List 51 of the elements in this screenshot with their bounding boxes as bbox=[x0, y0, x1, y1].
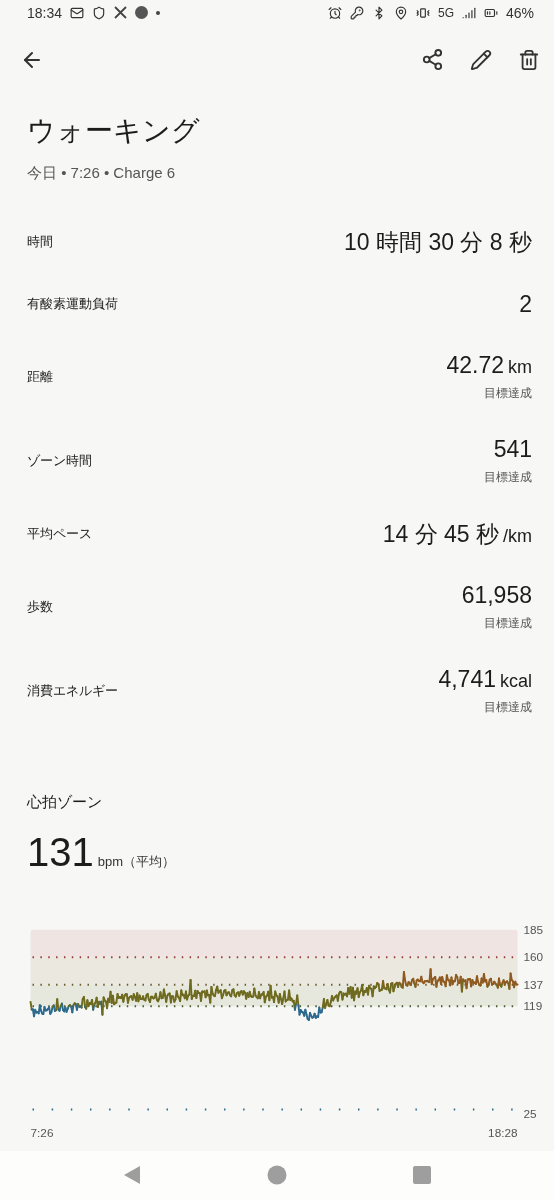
metric-value: 61,958 bbox=[461, 582, 532, 610]
metric-value: 42.72 bbox=[446, 352, 504, 380]
activity-subtitle: 今日 • 7:26 • Charge 6 bbox=[27, 164, 177, 184]
edit-button[interactable] bbox=[470, 48, 492, 71]
metric-label: 距離 bbox=[27, 368, 53, 387]
metric-label: 有酸素運動負荷 bbox=[27, 295, 118, 314]
battery-percent: 46% bbox=[505, 4, 534, 21]
metric-label: 歩数 bbox=[27, 598, 53, 617]
metric-label: 平均ペース bbox=[27, 525, 92, 544]
nav-back-button[interactable] bbox=[123, 1165, 141, 1186]
signal-icon bbox=[461, 5, 476, 20]
goal-note: 目標達成 bbox=[484, 469, 532, 487]
nav-recents-button[interactable] bbox=[413, 1166, 431, 1185]
y-axis-label: 185 bbox=[523, 922, 544, 936]
key-icon bbox=[349, 5, 364, 20]
notification-dot bbox=[156, 10, 161, 15]
y-axis-label: 119 bbox=[523, 999, 543, 1013]
section-title: 心拍ゾーン bbox=[27, 793, 103, 813]
shield-icon bbox=[92, 5, 107, 20]
goal-note: 目標達成 bbox=[484, 699, 532, 717]
x-axis-label: 18:28 bbox=[488, 1126, 518, 1140]
metric-value: 10 時間 30 分 8 秒 bbox=[344, 227, 532, 257]
metric-label: ゾーン時間 bbox=[27, 452, 92, 471]
network-type: 5G bbox=[437, 5, 454, 20]
metric-value: 541 bbox=[493, 436, 532, 464]
status-time: 18:34 bbox=[27, 4, 63, 21]
metric-unit: kcal bbox=[500, 671, 532, 693]
heart-rate-value: 131 bbox=[27, 830, 94, 876]
metric-unit: /km bbox=[503, 525, 532, 547]
x-logo-icon bbox=[114, 6, 128, 20]
heart-rate-unit: bpm（平均） bbox=[97, 853, 176, 872]
goal-note: 目標達成 bbox=[484, 615, 532, 633]
share-button[interactable] bbox=[421, 48, 444, 72]
location-icon bbox=[393, 5, 408, 20]
nav-home-button[interactable] bbox=[267, 1165, 287, 1186]
vibrate-icon bbox=[415, 5, 430, 20]
mail-icon bbox=[70, 5, 85, 20]
metric-value: 14 分 45 秒 bbox=[382, 519, 499, 549]
metric-value: 2 bbox=[519, 290, 532, 318]
metric-label: 時間 bbox=[27, 233, 53, 252]
metric-unit: km bbox=[508, 357, 532, 379]
metric-value: 4,741 bbox=[438, 666, 496, 694]
y-axis-label: 137 bbox=[523, 977, 544, 991]
y-axis-label: 25 bbox=[523, 1107, 537, 1121]
goal-note: 目標達成 bbox=[484, 385, 532, 403]
delete-button[interactable] bbox=[518, 48, 540, 71]
x-axis-label: 7:26 bbox=[30, 1126, 54, 1140]
y-axis-label: 160 bbox=[523, 950, 544, 964]
alarm-icon bbox=[327, 5, 342, 20]
activity-title: ウォーキング bbox=[27, 113, 201, 150]
metric-label: 消費エネルギー bbox=[27, 682, 118, 701]
